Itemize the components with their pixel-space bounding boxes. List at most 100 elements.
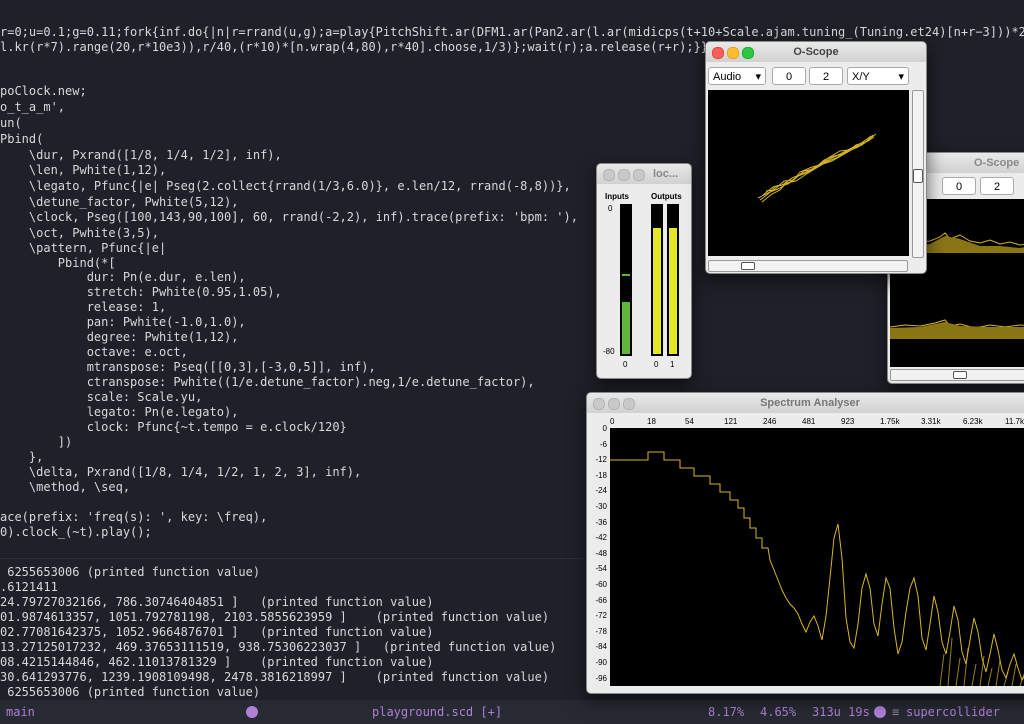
oscope-display	[708, 90, 909, 256]
decibel-tick: -60	[595, 580, 607, 589]
zoom-icon[interactable]	[633, 169, 645, 181]
server-status-icon	[874, 706, 886, 718]
post-line: 30.641293776, 1239.1908109498, 2478.3816…	[0, 670, 550, 684]
inputs-label: Inputs	[605, 192, 629, 201]
menu-icon: ≡	[892, 705, 900, 719]
oscope-vertical-slider[interactable]	[912, 90, 924, 258]
oscope-channels-field[interactable]: 2	[809, 67, 843, 85]
code-line[interactable]: un(	[0, 116, 22, 131]
close-icon[interactable]	[712, 47, 724, 59]
oscope-titlebar[interactable]: O-Scope	[706, 42, 926, 62]
frequency-tick: 121	[724, 417, 738, 426]
frequency-tick: 1.75k	[880, 417, 900, 426]
code-line[interactable]: ctranspose: Pwhite((1/e.detune_factor).n…	[0, 375, 535, 390]
decibel-tick: -42	[595, 533, 607, 543]
spectrum-titlebar[interactable]: Spectrum Analyser	[587, 393, 1024, 413]
code-line[interactable]: poClock.new;	[0, 84, 87, 99]
spectrum-display	[610, 428, 1024, 687]
post-line: 01.9874613357, 1051.792781198, 2103.5855…	[0, 610, 550, 624]
code-line[interactable]: octave: e.oct,	[0, 345, 188, 360]
mode-indicator-icon	[246, 706, 258, 718]
oscope-vertical-knob[interactable]	[913, 169, 923, 183]
decibel-tick: -84	[595, 642, 607, 652]
chevron-down-icon: ▾	[898, 71, 904, 83]
decibel-tick: -90	[595, 658, 607, 667]
minimize-icon[interactable]	[608, 398, 620, 410]
oscope-style-select[interactable]: X/Y ▾	[847, 67, 909, 85]
code-line[interactable]: l.kr(r*7).range(20,r*10e3)),r/40,(r*10)*…	[0, 40, 708, 55]
code-line[interactable]: mtranspose: Pseq([[0,3],[-3,0,5]], inf),	[0, 360, 376, 375]
oscope-channel-field[interactable]: 0	[772, 67, 806, 85]
code-line[interactable]: ])	[0, 435, 72, 450]
minimize-icon[interactable]	[618, 169, 630, 181]
output-meter-0	[651, 204, 663, 356]
code-line[interactable]: \legato, Pfunc{|e| Pseg(2.collect{rrand(…	[0, 179, 571, 194]
spectrum-analyser-window[interactable]: Spectrum Analyser 0 18 54 121 246 481 923 1.75k…	[586, 392, 1024, 694]
spectrum-trace	[610, 451, 1024, 687]
close-icon[interactable]	[603, 169, 615, 181]
frequency-tick: 481	[802, 417, 816, 426]
code-line[interactable]: scale: Scale.yu,	[0, 390, 203, 405]
oscope-2-channels-field[interactable]: 2	[980, 177, 1014, 195]
decibel-tick: -54	[595, 564, 607, 574]
decibel-tick: -48	[595, 548, 607, 558]
code-line[interactable]: pan: Pwhite(-1.0,1.0),	[0, 315, 246, 330]
meter-bottom-label: -80	[603, 347, 615, 356]
code-line[interactable]: \detune_factor, Pwhite(5,12),	[0, 195, 239, 210]
code-line[interactable]: 0).clock_(~t).play();	[0, 525, 152, 540]
oscope-window[interactable]: O-Scope Audio ▾ 0 2 X/Y ▾	[705, 41, 927, 274]
spectrum-title: Spectrum Analyser	[760, 397, 860, 409]
code-line[interactable]: \pattern, Pfunc{|e|	[0, 241, 166, 256]
output-meter-0-level	[653, 228, 661, 354]
code-line[interactable]: Pbind(*[	[0, 256, 116, 271]
minimize-icon[interactable]	[727, 47, 739, 59]
code-line[interactable]: o_t_a_m',	[0, 100, 65, 115]
post-line: 24.79727032166, 786.30746404851 ] (print…	[0, 595, 434, 609]
cpu-peak: 4.65%	[760, 705, 797, 719]
frequency-tick: 923	[841, 417, 855, 426]
code-line[interactable]: clock: Pfunc{~t.tempo = e.clock/120}	[0, 420, 347, 435]
decibel-tick: -30	[595, 502, 607, 511]
post-line: 6255653006 (printed function value)	[0, 565, 261, 579]
code-line[interactable]: stretch: Pwhite(0.95,1.05),	[0, 285, 282, 300]
decibel-tick: -24	[595, 486, 607, 496]
code-line[interactable]: legato: Pn(e.legato),	[0, 405, 239, 420]
frequency-tick: 6.23k	[963, 417, 983, 426]
level-meter-window[interactable]: loc... Inputs Outputs 0 -80 0 0 1	[596, 163, 692, 379]
code-line[interactable]: ace(prefix: 'freq(s): ', key: \freq),	[0, 510, 267, 525]
close-icon[interactable]	[593, 398, 605, 410]
code-line[interactable]: release: 1,	[0, 300, 166, 315]
code-line[interactable]: \oct, Pwhite(3,5),	[0, 226, 159, 241]
oscope-2-title: O-Scope	[974, 157, 1020, 169]
oscope-zoom-knob[interactable]	[741, 262, 755, 270]
code-line[interactable]: },	[0, 450, 43, 465]
output-meter-1	[667, 204, 679, 356]
code-line[interactable]: degree: Pwhite(1,12),	[0, 330, 239, 345]
code-line[interactable]: Pbind(	[0, 132, 43, 147]
frequency-tick: 11.7k	[1005, 417, 1024, 426]
code-line[interactable]: \method, \seq,	[0, 480, 130, 495]
oscope-source-value: Audio	[713, 71, 742, 83]
code-line[interactable]: dur: Pn(e.dur, e.len),	[0, 270, 246, 285]
frequency-tick: 246	[763, 417, 777, 426]
post-line: 02.77081642375, 1052.9664876701 ] (print…	[0, 625, 434, 639]
oscope-2-zoom-slider[interactable]	[890, 369, 1024, 381]
level-meter-titlebar[interactable]: loc...	[597, 164, 691, 184]
code-line[interactable]: \dur, Pxrand([1/8, 1/4, 1/2], inf),	[0, 148, 282, 163]
output-meter-1-level	[669, 228, 677, 354]
server-name: supercollider	[906, 705, 1000, 719]
frequency-tick: 3.31k	[921, 417, 941, 426]
zoom-icon[interactable]	[623, 398, 635, 410]
oscope-source-select[interactable]: Audio ▾	[708, 67, 766, 85]
code-line[interactable]: \len, Pwhite(1,12),	[0, 163, 166, 178]
oscope-style-value: X/Y	[852, 71, 870, 83]
code-line[interactable]: \delta, Pxrand([1/8, 1/4, 1/2, 1, 2, 3],…	[0, 465, 361, 480]
code-line[interactable]: \clock, Pseg([100,143,90,100], 60, rrand…	[0, 210, 578, 225]
oscope-2-zoom-knob[interactable]	[953, 371, 967, 379]
code-line[interactable]: r=0;u=0.1;g=0.11;fork{inf.do{|n|r=rrand(…	[0, 25, 1024, 40]
zoom-icon[interactable]	[742, 47, 754, 59]
oscope-2-channel-field[interactable]: 0	[942, 177, 976, 195]
oscope-zoom-slider[interactable]	[708, 260, 908, 272]
file-name: playground.scd [+]	[372, 705, 503, 719]
input-index: 0	[623, 360, 628, 369]
